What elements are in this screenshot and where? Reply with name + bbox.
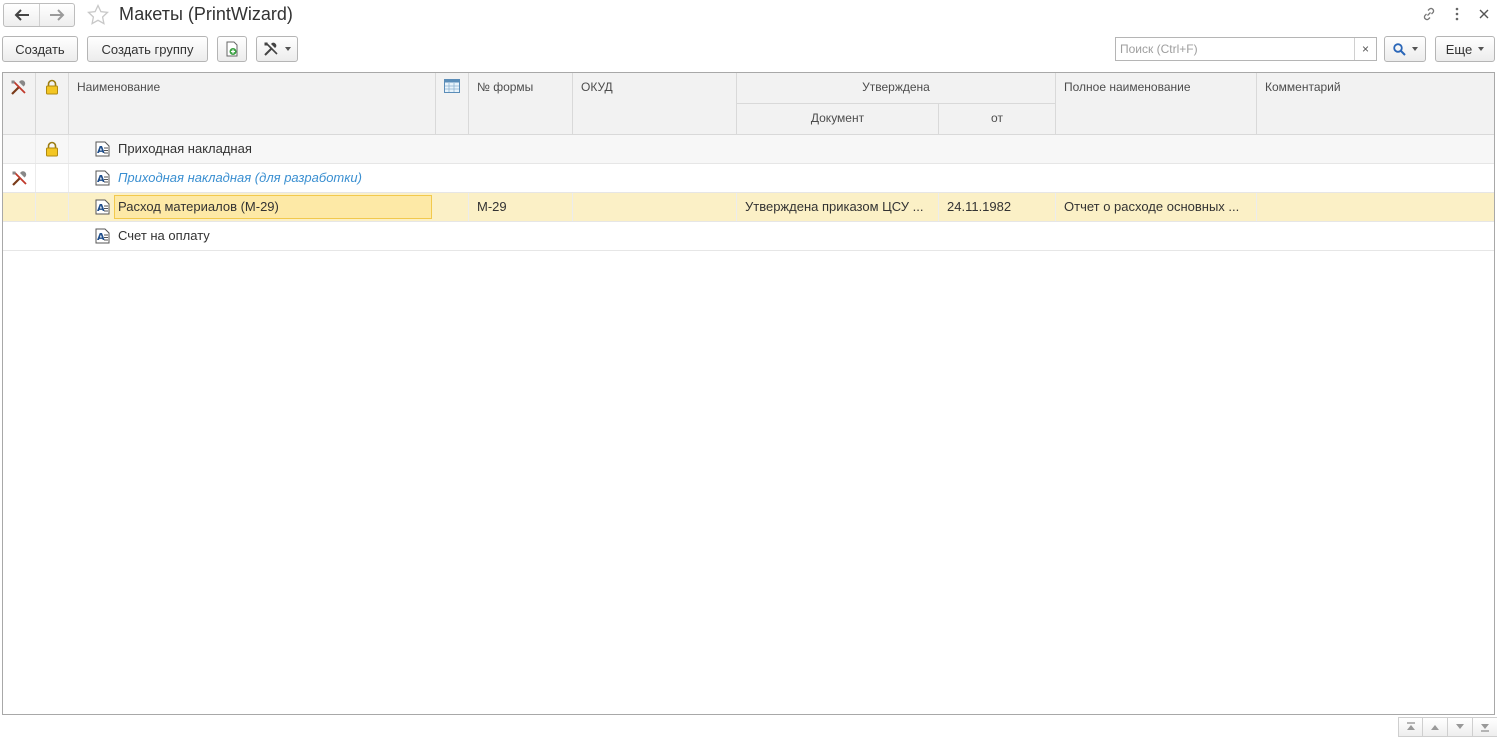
more-actions-button[interactable] — [1450, 4, 1464, 24]
name-cell[interactable]: A Приходная накладная (для разработки) — [69, 164, 436, 192]
comment-cell — [1257, 193, 1494, 221]
row-name: Счет на оплату — [118, 228, 210, 243]
header-picture-column[interactable] — [436, 73, 469, 135]
new-layout-button[interactable] — [217, 36, 247, 62]
header-name[interactable]: Наименование — [69, 73, 436, 135]
svg-text:A: A — [97, 232, 105, 243]
header-form-number[interactable]: № формы — [469, 73, 573, 135]
table-row[interactable]: A Приходная накладная (для разработки) — [3, 164, 1494, 193]
double-arrow-up-icon — [1406, 722, 1415, 730]
layouts-table[interactable]: Наименование № формы ОКУД Утверждена Док… — [2, 72, 1495, 715]
favorite-button[interactable] — [85, 2, 111, 28]
table-row-selected[interactable]: A Расход материалов (М-29) М-29 Утвержде… — [3, 193, 1494, 222]
svg-text:A: A — [97, 174, 105, 185]
star-icon — [87, 3, 109, 25]
header-okud[interactable]: ОКУД — [573, 73, 737, 135]
lock-icon — [46, 79, 58, 95]
row-name: Приходная накладная — [118, 141, 252, 156]
more-button[interactable]: Еще — [1435, 36, 1495, 62]
picture-cell — [436, 193, 469, 221]
lock-cell — [36, 193, 69, 221]
row-name: Приходная накладная (для разработки) — [118, 170, 362, 185]
search-clear-button[interactable]: × — [1354, 38, 1376, 60]
document-layout-icon: A — [95, 228, 110, 244]
scroll-to-top-button[interactable] — [1398, 717, 1423, 737]
link-button[interactable] — [1419, 4, 1439, 24]
tools-icon — [11, 170, 27, 186]
header-dev-column[interactable] — [3, 73, 36, 135]
approved-from-cell: 24.11.1982 — [939, 193, 1056, 221]
scroll-to-bottom-button[interactable] — [1473, 717, 1497, 737]
forward-button[interactable] — [39, 4, 74, 26]
lock-cell — [36, 222, 69, 250]
page-up-button[interactable] — [1423, 717, 1448, 737]
name-cell[interactable]: A Приходная накладная — [69, 135, 436, 163]
lock-cell — [36, 164, 69, 192]
table-picture-icon — [444, 79, 460, 93]
header-full-name[interactable]: Полное наименование — [1056, 73, 1257, 135]
svg-text:A: A — [97, 145, 105, 156]
full-name-cell: Отчет о расходе основных ... — [1056, 193, 1257, 221]
dev-cell — [3, 164, 36, 192]
arrow-left-icon — [14, 9, 29, 21]
new-document-icon — [226, 41, 238, 57]
table-row[interactable]: A Приходная накладная — [3, 135, 1494, 164]
back-button[interactable] — [4, 4, 39, 26]
header-approved-document[interactable]: Документ — [737, 104, 939, 135]
tools-menu-button[interactable] — [256, 36, 298, 62]
navigation-buttons — [3, 3, 75, 27]
okud-cell — [573, 193, 737, 221]
table-row[interactable]: A Счет на оплату — [3, 222, 1494, 251]
dev-cell — [3, 135, 36, 163]
search-input[interactable] — [1116, 38, 1354, 60]
chevron-down-icon — [1478, 47, 1485, 51]
header-approved-from[interactable]: от — [939, 104, 1056, 135]
page-down-button[interactable] — [1448, 717, 1473, 737]
link-icon — [1423, 7, 1435, 21]
tools-icon — [264, 42, 278, 56]
double-arrow-down-icon — [1481, 724, 1489, 732]
document-layout-icon: A — [95, 199, 110, 215]
kebab-menu-icon — [1455, 7, 1459, 21]
dev-cell — [3, 193, 36, 221]
magnifier-icon — [1392, 42, 1406, 56]
chevron-down-icon — [1411, 47, 1418, 51]
form-number-cell: М-29 — [469, 193, 573, 221]
list-scroll-buttons — [1398, 717, 1497, 737]
page-title: Макеты (PrintWizard) — [119, 4, 293, 24]
name-cell[interactable]: A Расход материалов (М-29) — [69, 193, 436, 221]
approved-document-cell: Утверждена приказом ЦСУ ... — [737, 193, 939, 221]
header-lock-column[interactable] — [36, 73, 69, 135]
search-field: × — [1115, 37, 1377, 61]
header-comment[interactable]: Комментарий — [1257, 73, 1494, 135]
create-group-button[interactable]: Создать группу — [87, 36, 208, 62]
arrow-right-icon — [50, 9, 65, 21]
name-cell[interactable]: A Счет на оплату — [69, 222, 436, 250]
close-button[interactable] — [1476, 4, 1492, 24]
svg-text:A: A — [97, 203, 105, 214]
document-layout-icon: A — [95, 170, 110, 186]
create-button[interactable]: Создать — [2, 36, 78, 62]
more-button-label: Еще — [1445, 41, 1473, 57]
tools-icon — [11, 80, 26, 95]
chevron-down-icon — [285, 47, 291, 51]
arrow-down-icon — [1456, 724, 1464, 729]
lock-cell — [36, 135, 69, 163]
arrow-up-icon — [1431, 725, 1439, 730]
row-name: Расход материалов (М-29) — [114, 195, 432, 219]
lock-icon — [46, 141, 58, 157]
dev-cell — [3, 222, 36, 250]
search-options-button[interactable] — [1384, 36, 1426, 62]
header-approved: Утверждена — [737, 73, 1056, 104]
close-icon — [1479, 9, 1489, 19]
document-layout-icon: A — [95, 141, 110, 157]
